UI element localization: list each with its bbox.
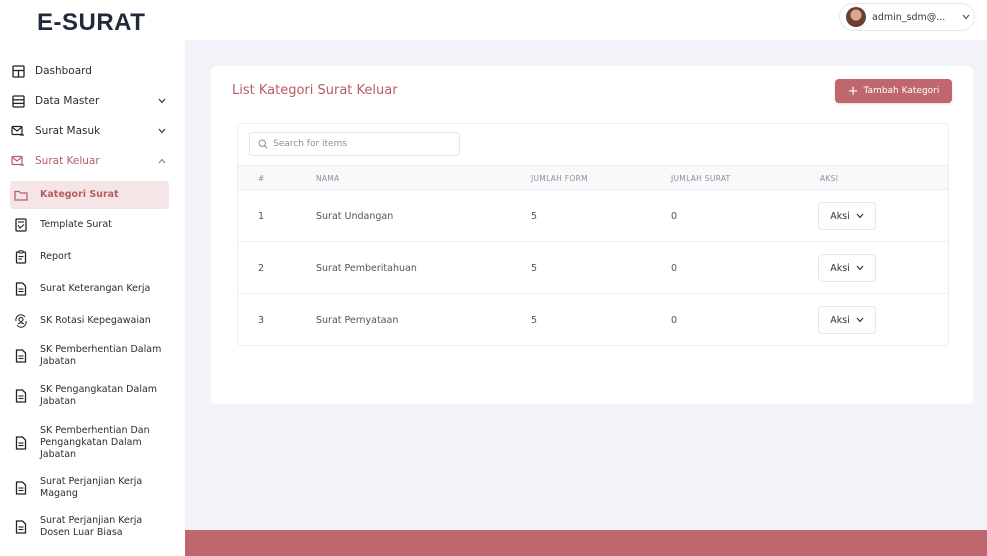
database-icon [11,94,25,108]
chevron-down-icon [856,213,864,219]
plus-icon: + [847,83,859,99]
document-icon [14,480,28,496]
sidebar-item-kategori-surat[interactable]: Kategori Surat [10,181,169,209]
table-row: 3 Surat Pernyataan 5 0 Aksi [238,294,948,346]
sidebar-item-label: Surat Keluar [35,155,100,167]
sidebar: E-SURAT Dashboard Data Master Surat Masu… [0,0,185,556]
add-category-label: Tambah Kategori [863,86,940,96]
sidebar-item-label: Surat Keterangan Kerja [40,283,151,294]
sidebar-item-label: SK Pemberhentian Dan Pengangkatan Dalam … [40,425,150,460]
sidebar-item-sk-rotasi-kepegawaian[interactable]: SK Rotasi Kepegawaian [0,305,185,337]
sidebar-item-surat-keterangan-kerja[interactable]: Surat Keterangan Kerja [0,273,185,305]
sidebar-item-sk-pemberhentian-pengangkatan[interactable]: SK Pemberhentian Dan Pengangkatan Dalam … [0,417,185,469]
chevron-down-icon [157,96,167,106]
aksi-label: Aksi [830,210,850,222]
sidebar-item-label: SK Rotasi Kepegawaian [40,315,151,326]
user-menu[interactable]: admin_sdm@... [839,3,975,31]
sidebar-item-label: Surat Perjanjian Kerja Magang [40,476,143,499]
column-header-jumlah-form: JUMLAH FORM [531,174,588,183]
sidebar-item-template-surat[interactable]: Template Surat [0,209,185,241]
sidebar-item-label: Data Master [35,95,100,107]
search-icon [258,139,268,149]
category-table: Search for items # NAMA JUMLAH FORM JUML… [237,123,949,346]
column-header-jumlah-surat: JUMLAH SURAT [671,174,731,183]
sidebar-item-label: Surat Masuk [35,125,101,137]
aksi-dropdown-button[interactable]: Aksi [818,254,876,282]
row-jumlah-surat: 0 [671,263,678,274]
sidebar-item-surat-perjanjian-dosen[interactable]: Surat Perjanjian Kerja Dosen Luar Biasa [0,507,185,547]
sidebar-item-label: Report [40,251,72,262]
sidebar-item-label: SK Pemberhentian Dalam Jabatan [40,344,162,367]
rotate-user-icon [14,313,28,329]
aksi-label: Aksi [830,262,850,274]
sidebar-item-label: Surat Perjanjian Kerja Dosen Luar Biasa [40,515,143,538]
mail-out-icon [11,154,25,168]
sidebar-item-dashboard[interactable]: Dashboard [0,56,185,86]
row-nama: Surat Pernyataan [316,315,399,326]
chevron-down-icon [856,317,864,323]
table-row: 1 Surat Undangan 5 0 Aksi [238,190,948,242]
document-icon [14,348,28,364]
row-number: 1 [258,211,265,222]
main-content: List Kategori Surat Keluar + Tambah Kate… [185,40,987,530]
mail-in-icon [11,124,25,138]
sidebar-item-surat-perjanjian-magang[interactable]: Surat Perjanjian Kerja Magang [0,469,185,507]
search-placeholder: Search for items [273,139,348,149]
sidebar-item-label: Kategori Surat [40,189,119,200]
row-jumlah-form: 5 [531,263,538,274]
table-header: # NAMA JUMLAH FORM JUMLAH SURAT AKSI [238,165,948,190]
dashboard-icon [11,64,25,78]
sidebar-item-surat-keluar[interactable]: Surat Keluar [0,146,185,176]
chevron-up-icon [157,156,167,166]
sidebar-item-label: Template Surat [40,219,112,230]
aksi-dropdown-button[interactable]: Aksi [818,306,876,334]
add-category-button[interactable]: + Tambah Kategori [835,79,952,103]
document-icon [14,388,28,404]
table-row: 2 Surat Pemberitahuan 5 0 Aksi [238,242,948,294]
app-brand: E-SURAT [37,9,146,36]
template-icon [14,217,28,233]
column-header-nama: NAMA [316,174,340,183]
aksi-label: Aksi [830,314,850,326]
sidebar-subnav-surat-keluar: Kategori Surat Template Surat Report Sur… [0,181,185,547]
sidebar-item-surat-masuk[interactable]: Surat Masuk [0,116,185,146]
page-title: List Kategori Surat Keluar [232,83,398,98]
column-header-aksi: AKSI [820,174,839,183]
row-nama: Surat Pemberitahuan [316,263,417,274]
sidebar-item-data-master[interactable]: Data Master [0,86,185,116]
aksi-dropdown-button[interactable]: Aksi [818,202,876,230]
footer-bar [185,530,987,556]
column-header-no: # [258,174,265,183]
document-icon [14,281,28,297]
row-jumlah-surat: 0 [671,315,678,326]
avatar [846,7,866,27]
user-name: admin_sdm@... [872,11,946,23]
chevron-down-icon [856,265,864,271]
report-icon [14,249,28,265]
folder-icon [14,187,28,203]
row-nama: Surat Undangan [316,211,394,222]
sidebar-item-report[interactable]: Report [0,241,185,273]
sidebar-item-sk-pengangkatan[interactable]: SK Pengangkatan Dalam Jabatan [0,375,185,417]
chevron-down-icon [958,14,974,20]
document-icon [14,519,28,535]
category-card: List Kategori Surat Keluar + Tambah Kate… [211,66,973,404]
sidebar-item-sk-pemberhentian[interactable]: SK Pemberhentian Dalam Jabatan [0,337,185,375]
row-jumlah-form: 5 [531,211,538,222]
sidebar-item-label: SK Pengangkatan Dalam Jabatan [40,384,158,407]
chevron-down-icon [157,126,167,136]
row-number: 2 [258,263,265,274]
row-jumlah-form: 5 [531,315,538,326]
document-icon [14,435,28,451]
row-number: 3 [258,315,265,326]
search-input[interactable]: Search for items [249,132,460,156]
sidebar-nav: Dashboard Data Master Surat Masuk Surat … [0,56,185,176]
row-jumlah-surat: 0 [671,211,678,222]
sidebar-item-label: Dashboard [35,65,92,77]
